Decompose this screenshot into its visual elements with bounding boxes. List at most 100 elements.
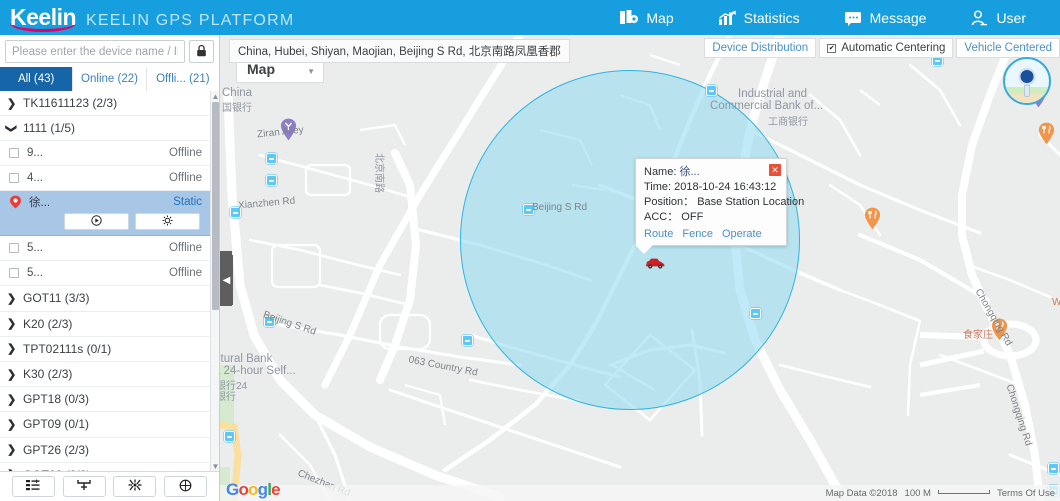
tree-group-label: GPT26 (2/3) xyxy=(23,442,90,457)
map-canvas[interactable]: Industrial and Commercial Bank of... 工商银… xyxy=(220,35,1060,501)
poi-marker[interactable] xyxy=(266,153,277,164)
tree-group[interactable]: ❯ K30 (2/3) xyxy=(0,361,210,388)
tree-group[interactable]: ❯ GPT26 (2/3) xyxy=(0,437,210,463)
nav-item-message[interactable]: Message xyxy=(822,0,949,35)
chevron-right-icon: ❯ xyxy=(7,343,17,356)
list-item-selected[interactable]: 徐... Static xyxy=(0,191,210,237)
cluster-button[interactable] xyxy=(113,476,157,497)
map-attribution: Map Data ©2018 xyxy=(825,487,898,499)
list-icon xyxy=(26,479,40,494)
poi-marker[interactable] xyxy=(750,308,761,319)
vehicle-marker-icon[interactable] xyxy=(644,257,666,269)
info-time-value: 2018-10-24 16:43:12 xyxy=(674,181,777,193)
settings-button[interactable] xyxy=(135,213,200,231)
scroll-up-icon[interactable]: ▲ xyxy=(211,91,219,101)
automatic-centering-checkbox[interactable]: ✔ xyxy=(827,43,837,53)
search-row xyxy=(0,35,219,67)
tree-group[interactable]: ❯ GPT09 (0/1) xyxy=(0,412,210,438)
tree-group[interactable]: ❯ K20 (2/3) xyxy=(0,311,210,337)
map-scale-label: 100 M xyxy=(904,487,931,499)
restaurant-pin-icon[interactable] xyxy=(864,207,881,230)
device-name: 4... xyxy=(27,172,43,185)
nav-item-map[interactable]: Map xyxy=(598,0,695,35)
scrollbar-thumb[interactable] xyxy=(212,102,219,310)
vehicle-centered-label: Vehicle Centered xyxy=(964,42,1052,54)
poi-marker[interactable] xyxy=(462,335,473,346)
map-icon xyxy=(620,9,639,26)
tree-group-label: K30 (2/3) xyxy=(23,367,73,382)
poi-marker[interactable] xyxy=(230,207,241,218)
poi-marker[interactable] xyxy=(224,431,235,442)
operate-link[interactable]: Operate xyxy=(722,228,762,240)
list-item[interactable]: 5... Offline xyxy=(0,261,210,287)
automatic-centering-label: Automatic Centering xyxy=(841,42,946,54)
tree-group[interactable]: ❯ TK11611123 (2/3) xyxy=(0,91,210,117)
tree-group[interactable]: ❯ TPT02111s (0/1) xyxy=(0,336,210,362)
locator-handle xyxy=(1024,85,1030,97)
lock-button[interactable] xyxy=(189,40,214,63)
close-icon[interactable]: ✕ xyxy=(769,164,781,176)
vehicle-centered-button[interactable]: Vehicle Centered xyxy=(956,38,1060,58)
fence-link[interactable]: Fence xyxy=(682,228,713,240)
device-checkbox[interactable] xyxy=(9,148,19,159)
sidebar-scrollbar[interactable]: ▲ ▼ xyxy=(210,91,219,471)
device-checkbox[interactable] xyxy=(9,268,19,279)
platform-title: KEELIN GPS PLATFORM xyxy=(86,12,295,29)
device-name: 徐... xyxy=(29,197,51,210)
chart-icon xyxy=(718,10,737,26)
device-list-button[interactable] xyxy=(11,476,55,497)
list-item[interactable]: 9... Offline xyxy=(0,141,210,167)
tab-all[interactable]: All (43) xyxy=(0,67,74,91)
locate-button[interactable] xyxy=(164,476,208,497)
scroll-down-icon[interactable]: ▼ xyxy=(211,461,219,471)
list-item[interactable]: 4... Offline xyxy=(0,166,210,192)
tree-group[interactable]: ❯ GPT18 (0/3) xyxy=(0,387,210,413)
info-acc-value: OFF xyxy=(681,211,704,223)
device-checkbox[interactable] xyxy=(9,243,19,254)
bank-pin-icon[interactable] xyxy=(280,118,297,141)
tab-offline[interactable]: Offli... (21) xyxy=(146,67,219,91)
tree-group-label: K20 (2/3) xyxy=(23,316,73,331)
info-window-tail xyxy=(635,245,653,254)
list-item[interactable]: 5... Offline xyxy=(0,236,210,262)
poi-marker[interactable] xyxy=(523,204,534,215)
info-name-value: 徐... xyxy=(679,166,700,178)
cluster-icon xyxy=(128,479,142,494)
poi-marker[interactable] xyxy=(264,316,275,327)
info-position-label: Position： xyxy=(644,196,695,208)
track-button[interactable] xyxy=(62,476,106,497)
tree-group[interactable]: ❯ GOT11 (3/3) xyxy=(0,286,210,312)
device-actions xyxy=(9,213,202,231)
tab-online[interactable]: Online (22) xyxy=(73,67,147,91)
tree-group[interactable]: ❯ 1111 (1/5) xyxy=(0,116,210,142)
chevron-right-icon: ❯ xyxy=(7,292,17,305)
terms-of-use-link[interactable]: Terms Of Use xyxy=(997,488,1055,499)
device-checkbox[interactable] xyxy=(9,173,19,184)
device-distribution-button[interactable]: Device Distribution xyxy=(704,38,817,58)
device-name: 5... xyxy=(27,267,43,280)
restaurant-pin-icon[interactable] xyxy=(1038,122,1055,145)
street-view-icon[interactable] xyxy=(1003,57,1051,105)
chevron-right-icon: ❯ xyxy=(7,468,16,471)
device-name: 9... xyxy=(27,147,43,160)
info-row-acc: ACC： OFF xyxy=(644,210,778,225)
nav-item-user[interactable]: User xyxy=(948,0,1048,35)
nav-item-statistics[interactable]: Statistics xyxy=(696,0,822,35)
chevron-right-icon: ❯ xyxy=(7,368,17,381)
play-icon xyxy=(91,215,102,229)
poi-marker[interactable] xyxy=(706,85,717,96)
poi-marker[interactable] xyxy=(1048,463,1059,474)
poi-marker[interactable] xyxy=(266,175,277,186)
nav-label-message: Message xyxy=(869,9,927,26)
chevron-down-icon: ❯ xyxy=(5,123,17,133)
sidebar-collapse-handle[interactable]: ◀ xyxy=(220,255,233,305)
search-input[interactable] xyxy=(5,40,185,63)
nav-label-user: User xyxy=(996,9,1026,26)
route-link[interactable]: Route xyxy=(644,228,673,240)
playback-button[interactable] xyxy=(64,213,129,231)
automatic-centering-toggle[interactable]: ✔ Automatic Centering xyxy=(819,38,954,58)
restaurant-pin-icon[interactable] xyxy=(991,318,1008,341)
tree-group-label: GPT18 (0/3) xyxy=(23,392,90,407)
chevron-right-icon: ❯ xyxy=(7,97,17,110)
tree-group[interactable]: ❯ GOT08 (2/2) xyxy=(0,462,210,471)
